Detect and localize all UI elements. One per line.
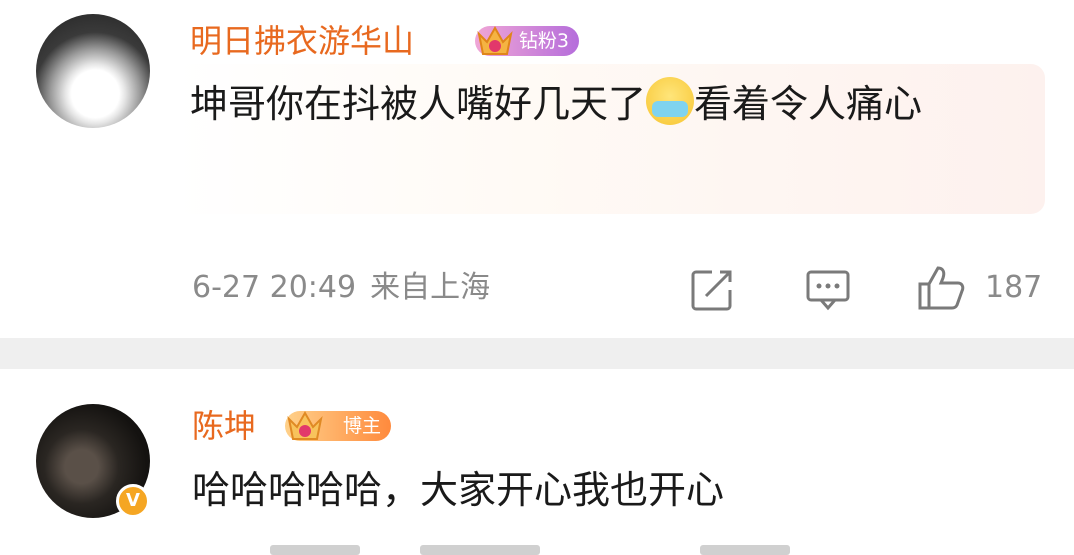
comment-meta: 6-27 20:49 来自上海	[192, 266, 490, 310]
crown-icon	[477, 25, 513, 55]
like-icon[interactable]	[916, 264, 966, 312]
username[interactable]: 陈坤	[192, 406, 256, 446]
avatar[interactable]	[36, 14, 150, 128]
crown-icon	[287, 410, 323, 440]
comment-text: 坤哥你在抖被人嘴好几天了 看着令人痛心	[190, 73, 1020, 135]
like-count: 187	[985, 270, 1043, 305]
comment-item: V 陈坤 博主 哈哈哈哈哈，大家开心我也开心	[0, 369, 1074, 555]
location: 来自上海	[370, 270, 491, 305]
share-icon[interactable]	[690, 268, 734, 312]
next-row-partial	[700, 545, 790, 555]
blogger-badge[interactable]: 博主	[285, 410, 391, 441]
next-row-partial	[420, 545, 540, 555]
mask-emoji-icon	[646, 77, 695, 125]
comment-icon[interactable]	[805, 268, 851, 312]
divider	[0, 338, 1074, 369]
username[interactable]: 明日拂衣游华山	[190, 21, 414, 61]
comment-text: 哈哈哈哈哈，大家开心我也开心	[192, 468, 725, 512]
badge-label: 钻粉3	[518, 30, 569, 52]
badge-label: 博主	[342, 415, 381, 437]
timestamp: 6-27 20:49	[192, 270, 357, 305]
verified-badge-icon: V	[116, 484, 150, 518]
fan-badge[interactable]: 钻粉3	[475, 25, 579, 56]
comment-item: 明日拂衣游华山 钻粉3 坤哥你在抖被人嘴好几天了 看着令人痛心 6-27 20:4…	[0, 0, 1074, 338]
next-row-partial	[270, 545, 360, 555]
